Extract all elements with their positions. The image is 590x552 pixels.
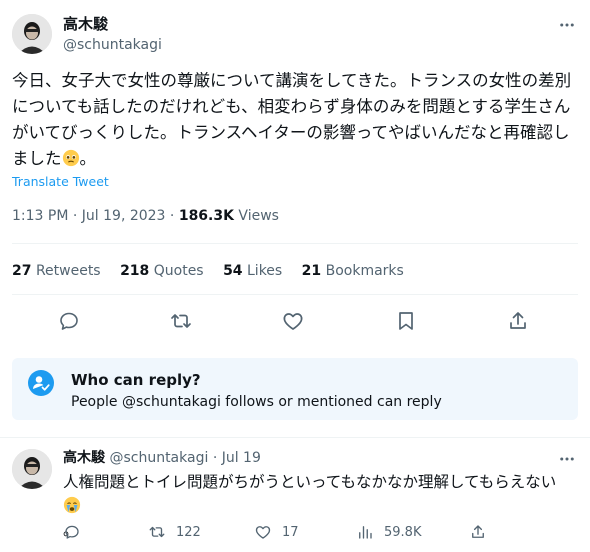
reply-icon[interactable] [57,309,81,333]
views-label: Views [238,208,279,224]
avatar[interactable] [12,14,52,54]
share-icon [469,523,487,541]
views-count: 186.3K [178,208,234,224]
who-can-reply-title: Who can reply? [71,371,201,389]
who-can-reply-card: Who can reply? People @schuntakagi follo… [12,358,578,420]
divider [12,294,578,295]
retweets-label: Retweets [35,263,101,279]
tweet-text-end: 。 [79,149,97,168]
meta-separator: · [72,208,82,224]
tweet-action-bar [0,305,590,337]
tweet-date[interactable]: Jul 19, 2023 [82,208,166,224]
reply-views-button[interactable]: 59.8K [356,523,421,541]
quotes-label: Quotes [153,263,204,279]
pleading-face-emoji-icon [62,149,80,167]
reply-like-button[interactable]: 17 [254,523,299,541]
author-name[interactable]: 高木駿 [63,14,108,34]
reply-text-body: 人権問題とトイレ問題がちがうといってもなかなか理解してもらえない [63,473,557,491]
divider [0,437,590,438]
reply-header: 高木駿 @schuntakagi · Jul 19 [63,449,261,467]
reply-like-count: 17 [282,524,299,540]
tweet-text: 今日、女子大で女性の尊厳について講演をしてきた。トランスの女性の差別についても話… [12,68,582,172]
avatar[interactable] [12,449,52,489]
like-icon [254,523,272,541]
reply-share-button[interactable] [469,523,487,541]
bookmark-icon[interactable] [394,309,418,333]
retweets-stat[interactable]: 27 Retweets [12,262,101,280]
quotes-count: 218 [120,263,150,279]
likes-count: 54 [223,263,243,279]
analytics-icon [356,523,374,541]
more-options-icon[interactable] [557,449,577,469]
bookmarks-label: Bookmarks [325,263,404,279]
bookmarks-count: 21 [301,263,322,279]
meta-separator: · [169,208,179,224]
person-check-icon [28,370,54,396]
author-handle[interactable]: @schuntakagi [63,36,162,54]
reply-retweet-button[interactable]: 122 [148,523,201,541]
reply-date[interactable]: Jul 19 [222,450,261,466]
reply-author-handle[interactable]: @schuntakagi [109,450,208,466]
divider [12,243,578,244]
reply-icon [63,523,81,541]
translate-tweet-link[interactable]: Translate Tweet [12,174,109,189]
reply-tweet[interactable]: 高木駿 @schuntakagi · Jul 19 人権問題とトイレ問題がちがう… [0,440,590,552]
likes-stat[interactable]: 54 Likes [223,262,282,280]
share-icon[interactable] [506,309,530,333]
reply-views-count: 59.8K [384,524,422,540]
reply-author-name[interactable]: 高木駿 [63,450,105,466]
crying-face-emoji-icon [63,496,81,514]
tweet-time[interactable]: 1:13 PM [12,208,68,224]
retweet-icon[interactable] [169,309,193,333]
reply-action-bar: 122 17 59.8K [0,523,590,545]
bookmarks-stat[interactable]: 21 Bookmarks [302,262,404,280]
tweet-meta: 1:13 PM · Jul 19, 2023 · 186.3K Views [12,207,279,225]
main-tweet: 高木駿 @schuntakagi 今日、女子大で女性の尊厳について講演をしてきた… [0,0,590,440]
who-can-reply-description: People @schuntakagi follows or mentioned… [71,394,442,410]
reply-reply-button[interactable] [63,523,81,541]
reply-separator: · [212,450,218,466]
retweet-icon [148,523,166,541]
more-options-icon[interactable] [557,15,577,35]
tweet-stats: 27 Retweets 218 Quotes 54 Likes 21 Bookm… [12,262,419,280]
likes-label: Likes [247,263,283,279]
quotes-stat[interactable]: 218 Quotes [120,262,204,280]
reply-retweet-count: 122 [176,524,201,540]
retweets-count: 27 [12,263,32,279]
like-icon[interactable] [281,309,305,333]
